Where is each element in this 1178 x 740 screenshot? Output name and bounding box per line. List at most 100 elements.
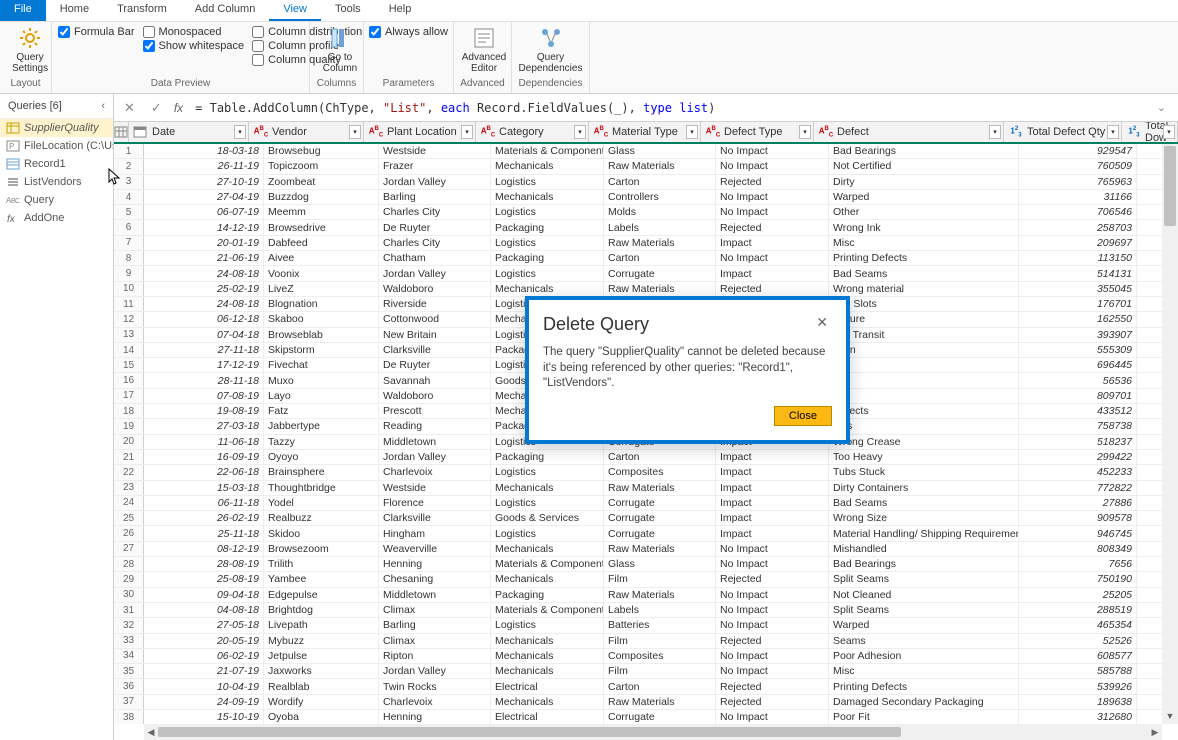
cell[interactable]: Electrical: [491, 710, 604, 724]
table-row[interactable]: 3610-04-19RealblabTwin RocksElectricalCa…: [114, 679, 1162, 694]
cell[interactable]: Defects: [829, 404, 1019, 418]
table-row[interactable]: 614-12-19BrowsedriveDe RuyterPackagingLa…: [114, 220, 1162, 235]
cell[interactable]: Wordify: [264, 695, 379, 709]
cell[interactable]: 706546: [1019, 205, 1137, 219]
row-number[interactable]: 14: [114, 343, 144, 357]
cell[interactable]: Batteries: [604, 618, 716, 632]
cell[interactable]: Charles City: [379, 236, 491, 250]
cell[interactable]: Skipstorm: [264, 343, 379, 357]
cell[interactable]: 27-03-18: [144, 419, 264, 433]
cell[interactable]: Split Seams: [829, 603, 1019, 617]
cell[interactable]: d in Transit: [829, 328, 1019, 342]
cell[interactable]: Carton: [604, 450, 716, 464]
sidebar-collapse-icon[interactable]: ‹: [101, 100, 105, 112]
cell[interactable]: Frazer: [379, 159, 491, 173]
chk-formula-bar[interactable]: Formula Bar: [58, 26, 135, 38]
cell[interactable]: Logistics: [491, 266, 604, 280]
cell[interactable]: 772822: [1019, 481, 1137, 495]
cell[interactable]: Riverside: [379, 297, 491, 311]
cell[interactable]: Electrical: [491, 679, 604, 693]
column-header-total-defect-qty[interactable]: 123Total Defect Qty▾: [1004, 122, 1122, 142]
cell[interactable]: 16-09-19: [144, 450, 264, 464]
cell[interactable]: 750190: [1019, 572, 1137, 586]
column-header-material-type[interactable]: ABCMaterial Type▾: [589, 122, 701, 142]
row-number[interactable]: 26: [114, 526, 144, 540]
table-row[interactable]: 821-06-19AiveeChathamPackagingCartonNo I…: [114, 251, 1162, 266]
cell[interactable]: 18-03-18: [144, 144, 264, 158]
table-row[interactable]: 720-01-19DabfeedCharles CityLogisticsRaw…: [114, 236, 1162, 251]
cell[interactable]: 52526: [1019, 634, 1137, 648]
cell[interactable]: Mechanicals: [491, 481, 604, 495]
cell[interactable]: Fatz: [264, 404, 379, 418]
cell[interactable]: Dabfeed: [264, 236, 379, 250]
cell[interactable]: Oyoyo: [264, 450, 379, 464]
cell[interactable]: Florence: [379, 496, 491, 510]
cell[interactable]: 393907: [1019, 328, 1137, 342]
row-number[interactable]: 21: [114, 450, 144, 464]
cell[interactable]: 24-08-18: [144, 266, 264, 280]
cell[interactable]: Skaboo: [264, 312, 379, 326]
cell[interactable]: ck: [829, 358, 1019, 372]
table-row[interactable]: 226-11-19TopiczoomFrazerMechanicalsRaw M…: [114, 159, 1162, 174]
cell[interactable]: Tazzy: [264, 435, 379, 449]
cell[interactable]: 15-03-18: [144, 481, 264, 495]
cell[interactable]: Buzzdog: [264, 190, 379, 204]
cell[interactable]: 07-08-19: [144, 389, 264, 403]
cell[interactable]: 11-06-18: [144, 435, 264, 449]
cell[interactable]: 312680: [1019, 710, 1137, 724]
cell[interactable]: 585788: [1019, 664, 1137, 678]
cell[interactable]: 27-05-18: [144, 618, 264, 632]
cell[interactable]: Yodel: [264, 496, 379, 510]
cell[interactable]: 28-11-18: [144, 373, 264, 387]
cell[interactable]: Wrong Crease: [829, 435, 1019, 449]
cell[interactable]: Westside: [379, 481, 491, 495]
cell[interactable]: New Britain: [379, 328, 491, 342]
column-filter-icon[interactable]: ▾: [799, 125, 811, 139]
advanced-editor-button[interactable]: AdvancedEditor: [460, 24, 508, 76]
scroll-down-icon[interactable]: ▼: [1162, 711, 1178, 725]
cell[interactable]: Charles City: [379, 205, 491, 219]
table-row[interactable]: 3009-04-18EdgepulseMiddletownPackagingRa…: [114, 588, 1162, 603]
cell[interactable]: Middletown: [379, 435, 491, 449]
cell[interactable]: Cottonwood: [379, 312, 491, 326]
table-row[interactable]: 3724-09-19WordifyCharlevoixMechanicalsRa…: [114, 695, 1162, 710]
cell[interactable]: Warped: [829, 618, 1019, 632]
cell[interactable]: 25205: [1019, 588, 1137, 602]
cell[interactable]: Logistics: [491, 236, 604, 250]
cell[interactable]: Browsezoom: [264, 542, 379, 556]
cell[interactable]: 06-11-18: [144, 496, 264, 510]
chk-monospaced[interactable]: Monospaced: [143, 26, 245, 38]
cell[interactable]: 514131: [1019, 266, 1137, 280]
cell[interactable]: Skidoo: [264, 526, 379, 540]
cell[interactable]: Carton: [604, 175, 716, 189]
cell[interactable]: Poor Fit: [829, 710, 1019, 724]
cell[interactable]: Savannah: [379, 373, 491, 387]
row-number[interactable]: 31: [114, 603, 144, 617]
row-number[interactable]: 18: [114, 404, 144, 418]
cell[interactable]: Corrugate: [604, 266, 716, 280]
column-header-defect-type[interactable]: ABCDefect Type▾: [701, 122, 814, 142]
menu-addcolumn[interactable]: Add Column: [181, 0, 270, 21]
cell[interactable]: No Impact: [716, 588, 829, 602]
cell[interactable]: 288519: [1019, 603, 1137, 617]
cell[interactable]: 31166: [1019, 190, 1137, 204]
column-filter-icon[interactable]: ▾: [574, 125, 586, 139]
cell[interactable]: No Impact: [716, 649, 829, 663]
cell[interactable]: Tubs Stuck: [829, 465, 1019, 479]
cell[interactable]: 176701: [1019, 297, 1137, 311]
cell[interactable]: Henning: [379, 710, 491, 724]
cell[interactable]: Rejected: [716, 695, 829, 709]
cell[interactable]: Corrugate: [604, 710, 716, 724]
cell[interactable]: ms: [829, 373, 1019, 387]
table-row[interactable]: 2625-11-18SkidooHinghamLogisticsCorrugat…: [114, 526, 1162, 541]
column-filter-icon[interactable]: ▾: [1107, 125, 1119, 139]
cell[interactable]: 25-11-18: [144, 526, 264, 540]
cell[interactable]: Jordan Valley: [379, 450, 491, 464]
cell[interactable]: Charlevoix: [379, 695, 491, 709]
cell[interactable]: 929547: [1019, 144, 1137, 158]
column-filter-icon[interactable]: ▾: [461, 125, 473, 139]
cell[interactable]: Composites: [604, 465, 716, 479]
cell[interactable]: 518237: [1019, 435, 1137, 449]
cell[interactable]: Jaxworks: [264, 664, 379, 678]
row-number[interactable]: 7: [114, 236, 144, 250]
